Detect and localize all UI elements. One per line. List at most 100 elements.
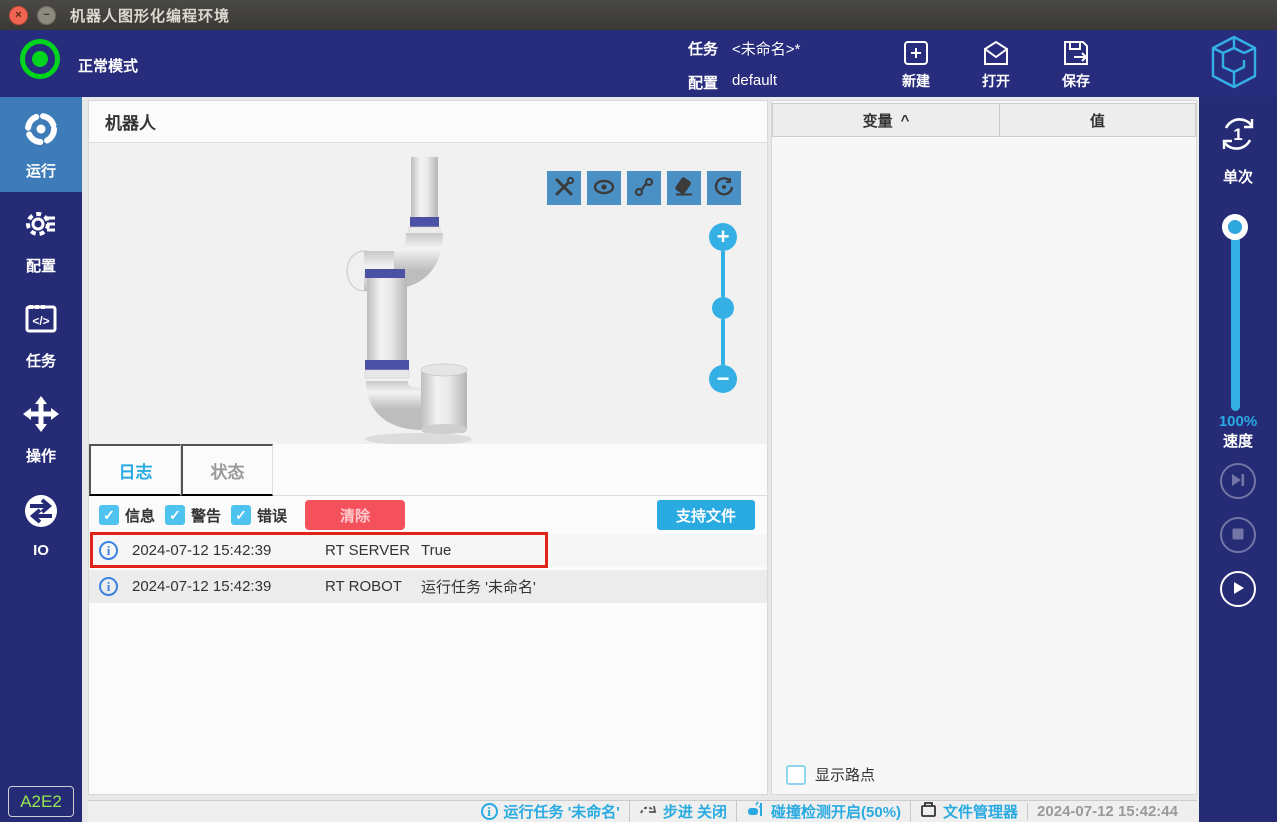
status-bar: i 运行任务 '未命名' 步进 关闭 碰撞检测开启(50%) 文件管理器 202…: [88, 800, 1197, 822]
info-icon: i: [99, 577, 118, 596]
variables-table-header: 变量 ^ 值: [772, 103, 1196, 137]
zoom-slider-track[interactable]: [721, 251, 725, 297]
minimize-icon[interactable]: −: [37, 5, 56, 25]
log-tabs: 日志 状态: [89, 444, 767, 496]
log-source: RT ROBOT: [325, 578, 402, 595]
log-time: 2024-07-12 15:42:39: [132, 542, 272, 559]
sidebar-item-config[interactable]: 配置: [0, 192, 82, 287]
log-list: i 2024-07-12 15:42:39 RT SERVER True i 2…: [89, 532, 767, 794]
zoom-slider-track[interactable]: [721, 319, 725, 365]
svg-text:1: 1: [1233, 125, 1242, 144]
speed-value: 100%: [1218, 413, 1258, 430]
mode-status-icon: [20, 39, 60, 79]
clear-log-button[interactable]: 清除: [305, 500, 406, 530]
tools-button[interactable]: [547, 171, 581, 205]
filter-warning-checkbox[interactable]: ✓ 警告: [165, 505, 221, 526]
speed-slider-handle[interactable]: [1222, 214, 1248, 240]
viewport-zoom-control: + −: [709, 223, 737, 393]
filter-info-checkbox[interactable]: ✓ 信息: [99, 505, 155, 526]
stop-icon: [1230, 526, 1246, 545]
zoom-out-button[interactable]: −: [709, 365, 737, 393]
status-running-task[interactable]: i 运行任务 '未命名': [472, 801, 629, 822]
play-button[interactable]: [1220, 571, 1256, 607]
window-title: 机器人图形化编程环境: [70, 7, 231, 25]
speed-caption: 速度: [1222, 433, 1253, 450]
loop-mode-control[interactable]: 1 单次: [1199, 112, 1277, 187]
brand-logo-icon: [1209, 34, 1259, 95]
svg-text:</>: </>: [32, 314, 49, 328]
tab-log[interactable]: 日志: [89, 444, 181, 496]
column-header-value[interactable]: 值: [1000, 103, 1196, 137]
rotate-view-button[interactable]: [707, 171, 741, 205]
config-value: default: [732, 72, 778, 89]
open-task-button[interactable]: 打开: [966, 33, 1026, 95]
checkbox-checked-icon: ✓: [231, 505, 252, 525]
loop-once-icon: 1: [1216, 112, 1260, 160]
eraser-icon: [673, 176, 695, 201]
tools-icon: [553, 176, 575, 201]
window-titlebar: × − 机器人图形化编程环境: [0, 0, 1277, 30]
sort-asc-icon: ^: [900, 111, 910, 129]
support-files-button[interactable]: 支持文件: [657, 500, 755, 530]
step-arrow-icon: [639, 802, 657, 822]
log-row[interactable]: i 2024-07-12 15:42:39 RT SERVER True: [89, 532, 767, 568]
config-label: 配置: [688, 75, 719, 92]
info-icon: i: [480, 803, 498, 820]
new-file-icon: [901, 38, 931, 68]
zoom-slider-handle[interactable]: [712, 297, 734, 319]
save-icon: [1061, 38, 1091, 68]
task-value: <未命名>*: [732, 41, 801, 58]
left-nav-sidebar: 运行 配置 </> 任务 操作 IO A2E2: [0, 97, 82, 822]
checkbox-checked-icon: ✓: [99, 505, 119, 525]
log-message: 运行任务 '未命名': [421, 579, 536, 596]
speed-slider-track[interactable]: [1222, 214, 1248, 411]
show-waypoints-checkbox[interactable]: 显示路点: [786, 764, 875, 785]
task-label: 任务: [688, 41, 719, 58]
tab-status[interactable]: 状态: [181, 444, 273, 496]
filter-error-checkbox[interactable]: ✓ 错误: [231, 505, 287, 526]
skip-next-icon: [1229, 471, 1247, 492]
sidebar-item-task[interactable]: </> 任务: [0, 287, 82, 382]
status-collision-detection[interactable]: 碰撞检测开启(50%): [736, 801, 910, 822]
variables-panel: 变量 ^ 值 显示路点: [771, 100, 1197, 795]
app-header: 正常模式 任务 <未命名>* 配置 default 新建 打开 保存: [0, 30, 1277, 97]
log-filter-bar: ✓ 信息 ✓ 警告 ✓ 错误 清除 支持文件: [89, 496, 767, 534]
log-time: 2024-07-12 15:42:39: [132, 578, 272, 595]
version-badge[interactable]: A2E2: [8, 786, 74, 817]
visibility-button[interactable]: [587, 171, 621, 205]
trace-button[interactable]: [627, 171, 661, 205]
column-header-variable[interactable]: 变量 ^: [772, 103, 1000, 137]
status-timestamp: 2024-07-12 15:42:44: [1027, 803, 1187, 820]
status-step-mode[interactable]: 步进 关闭: [628, 801, 736, 822]
sidebar-item-run[interactable]: 运行: [0, 97, 82, 192]
eraser-button[interactable]: [667, 171, 701, 205]
trace-icon: [633, 176, 655, 201]
jog-icon: [21, 394, 61, 438]
viewport-toolbar: [547, 171, 741, 205]
save-task-button[interactable]: 保存: [1046, 33, 1106, 95]
log-row[interactable]: i 2024-07-12 15:42:39 RT ROBOT 运行任务 '未命名…: [89, 570, 767, 603]
task-row: 任务 <未命名>*: [688, 38, 800, 59]
step-forward-button[interactable]: [1220, 463, 1256, 499]
checkbox-checked-icon: ✓: [165, 505, 186, 525]
stop-button[interactable]: [1220, 517, 1256, 553]
mode-label: 正常模式: [78, 58, 139, 75]
task-icon: </>: [21, 299, 61, 343]
file-manager-icon: [920, 801, 937, 822]
close-icon[interactable]: ×: [9, 5, 28, 25]
status-file-manager[interactable]: 文件管理器: [910, 801, 1027, 822]
sidebar-item-io[interactable]: IO: [0, 477, 82, 572]
robot-3d-viewport[interactable]: + −: [89, 143, 767, 445]
checkbox-unchecked-icon: [786, 764, 806, 785]
io-icon: [21, 491, 61, 535]
zoom-in-button[interactable]: +: [709, 223, 737, 251]
run-control-sidebar: 1 单次 100% 速度: [1197, 97, 1277, 822]
log-message: True: [421, 542, 452, 559]
run-icon: [21, 109, 61, 153]
play-icon: [1229, 579, 1247, 600]
rotate-view-icon: [713, 176, 735, 201]
new-task-button[interactable]: 新建: [886, 33, 946, 95]
robot-panel-title: 机器人: [105, 114, 156, 133]
sidebar-item-jog[interactable]: 操作: [0, 382, 82, 477]
log-source: RT SERVER: [325, 542, 411, 559]
